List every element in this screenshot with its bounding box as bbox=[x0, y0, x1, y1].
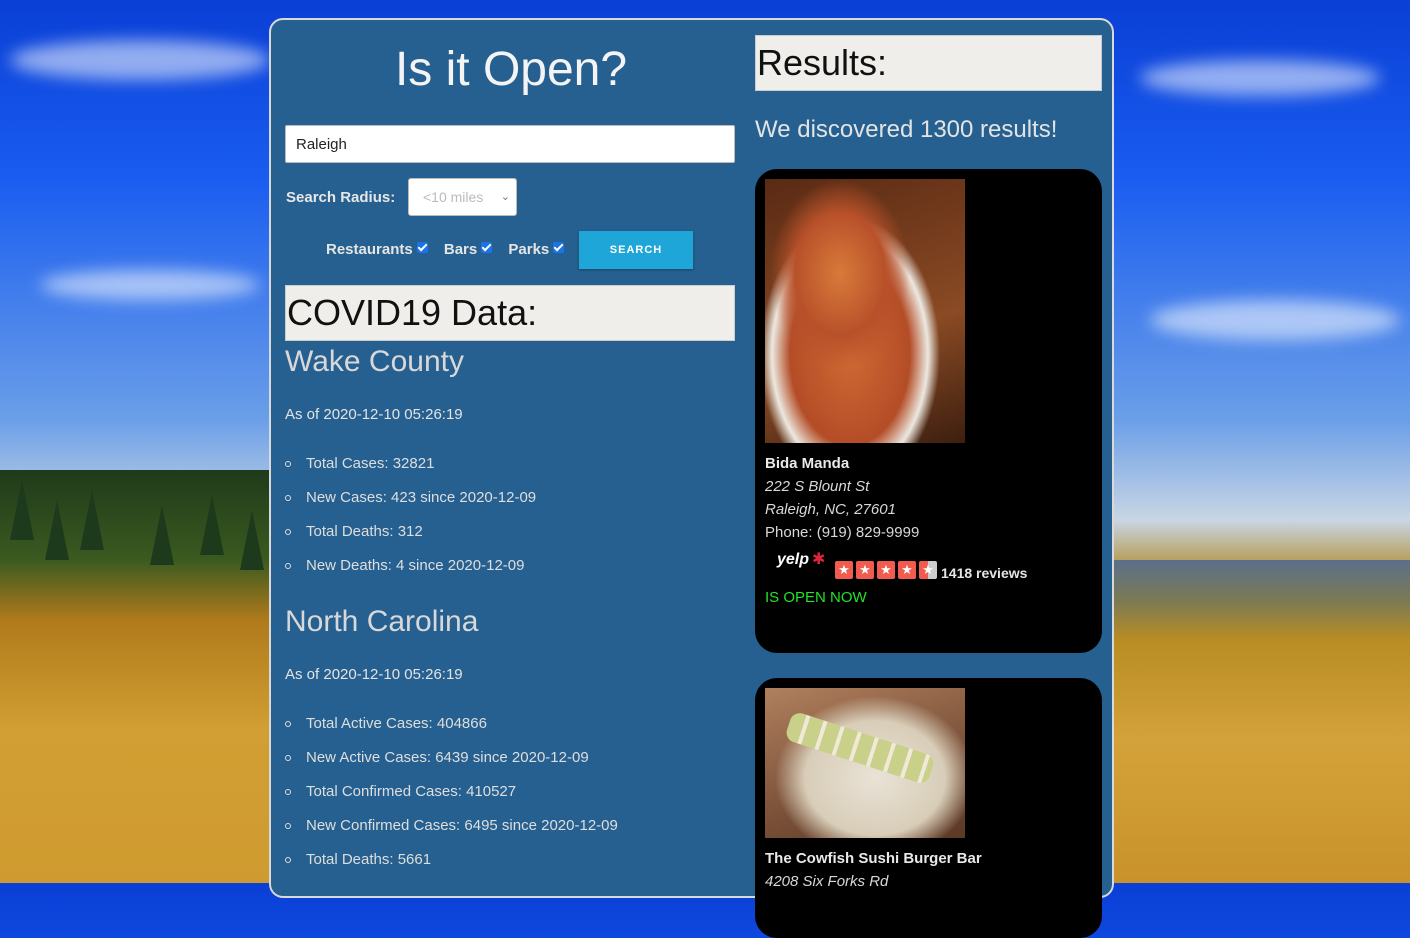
cloud bbox=[40, 270, 260, 300]
place-street: 222 S Blount St bbox=[765, 478, 870, 495]
star-icon: ★ bbox=[835, 561, 853, 579]
state-stats-list: Total Active Cases: 404866 New Active Ca… bbox=[285, 715, 618, 885]
hill-right bbox=[1110, 560, 1410, 883]
filter-restaurants: Restaurants bbox=[326, 241, 428, 258]
review-count[interactable]: 1418 reviews bbox=[941, 565, 1027, 581]
place-city: Raleigh, NC, 27601 bbox=[765, 501, 896, 518]
result-photo[interactable] bbox=[765, 179, 965, 443]
filter-parks: Parks bbox=[508, 241, 565, 258]
list-item: New Confirmed Cases: 6495 since 2020-12-… bbox=[285, 817, 618, 851]
search-radius-value: <10 miles bbox=[423, 189, 484, 205]
filter-restaurants-checkbox[interactable] bbox=[416, 242, 428, 253]
category-filters: Restaurants Bars Parks bbox=[326, 241, 576, 258]
state-as-of: As of 2020-12-10 05:26:19 bbox=[285, 666, 463, 683]
tree bbox=[45, 500, 69, 560]
star-half-icon: ★ bbox=[919, 561, 937, 579]
list-item: New Active Cases: 6439 since 2020-12-09 bbox=[285, 749, 618, 783]
place-name: Bida Manda bbox=[765, 455, 850, 472]
filter-restaurants-label: Restaurants bbox=[326, 241, 413, 258]
filter-bars-label: Bars bbox=[443, 241, 478, 258]
covid-heading: COVID19 Data: bbox=[285, 285, 735, 341]
tree bbox=[200, 495, 224, 555]
star-icon: ★ bbox=[856, 561, 874, 579]
county-as-of: As of 2020-12-10 05:26:19 bbox=[285, 406, 463, 423]
main-panel: Is it Open? Search Radius: <10 miles ⌄ R… bbox=[269, 18, 1114, 938]
place-name: The Cowfish Sushi Burger Bar bbox=[765, 850, 982, 867]
state-title: North Carolina bbox=[285, 605, 479, 638]
result-card[interactable]: Bida Manda 222 S Blount St Raleigh, NC, … bbox=[755, 169, 1102, 653]
filter-parks-checkbox[interactable] bbox=[553, 242, 565, 253]
filter-bars-checkbox[interactable] bbox=[481, 242, 493, 253]
star-icon: ★ bbox=[898, 561, 916, 579]
cloud bbox=[10, 40, 270, 80]
cloud bbox=[1140, 60, 1380, 96]
place-street: 4208 Six Forks Rd bbox=[765, 873, 889, 890]
rating-row: yelp ✱ ★ ★ ★ ★ ★ 1418 reviews bbox=[765, 549, 1092, 591]
county-title: Wake County bbox=[285, 345, 464, 378]
star-rating: ★ ★ ★ ★ ★ bbox=[835, 561, 937, 579]
list-item: Total Deaths: 312 bbox=[285, 523, 536, 557]
open-status: IS OPEN NOW bbox=[765, 589, 867, 606]
result-photo[interactable] bbox=[765, 688, 965, 838]
list-item: Total Cases: 32821 bbox=[285, 455, 536, 489]
app-title: Is it Open? bbox=[394, 43, 628, 96]
search-radius-label: Search Radius: bbox=[286, 189, 396, 206]
list-item: Total Deaths: 5661 bbox=[285, 851, 618, 885]
yelp-burst-icon: ✱ bbox=[812, 551, 826, 568]
result-card[interactable]: The Cowfish Sushi Burger Bar 4208 Six Fo… bbox=[755, 678, 1102, 938]
search-button[interactable]: SEARCH bbox=[579, 231, 693, 269]
list-item: Total Confirmed Cases: 410527 bbox=[285, 783, 618, 817]
yelp-logo[interactable]: yelp bbox=[777, 551, 809, 569]
list-item: New Deaths: 4 since 2020-12-09 bbox=[285, 557, 536, 591]
filter-parks-label: Parks bbox=[508, 241, 550, 258]
county-stats-list: Total Cases: 32821 New Cases: 423 since … bbox=[285, 455, 536, 591]
list-item: New Cases: 423 since 2020-12-09 bbox=[285, 489, 536, 523]
cloud bbox=[1150, 300, 1400, 340]
place-phone: Phone: (919) 829-9999 bbox=[765, 524, 920, 541]
tree bbox=[10, 480, 34, 540]
location-search-input[interactable] bbox=[285, 125, 735, 163]
tree bbox=[80, 490, 104, 550]
tree bbox=[240, 510, 264, 570]
sushi-roll-shape bbox=[784, 710, 936, 786]
chevron-down-icon: ⌄ bbox=[500, 191, 510, 203]
list-item: Total Active Cases: 404866 bbox=[285, 715, 618, 749]
results-summary: We discovered 1300 results! bbox=[755, 116, 1058, 143]
search-radius-select[interactable]: <10 miles ⌄ bbox=[408, 178, 517, 216]
filter-bars: Bars bbox=[443, 241, 493, 258]
tree bbox=[150, 505, 174, 565]
star-icon: ★ bbox=[877, 561, 895, 579]
results-heading: Results: bbox=[755, 35, 1102, 91]
